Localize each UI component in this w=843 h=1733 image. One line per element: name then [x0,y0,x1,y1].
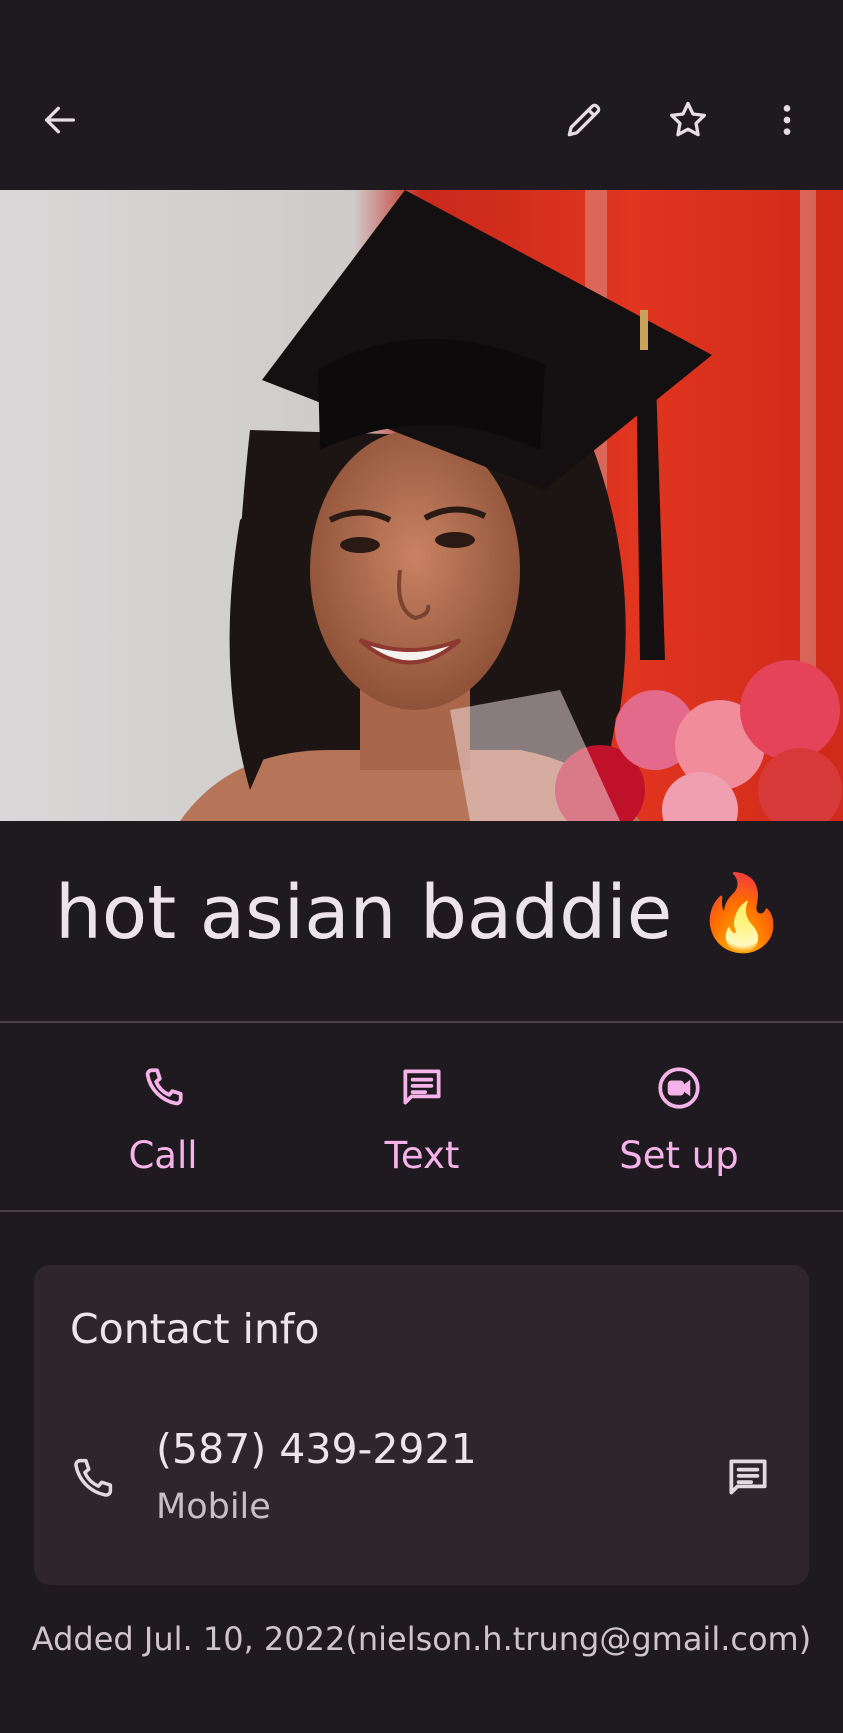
send-message-button[interactable] [713,1445,783,1515]
phone-row[interactable]: (587) 439-2921 Mobile [34,1415,809,1545]
added-info: Added Jul. 10, 2022(nielson.h.trung@gmai… [31,1620,812,1658]
more-options-button[interactable] [755,88,819,152]
phone-number: (587) 439-2921 [156,1425,477,1473]
phone-icon [135,1060,191,1116]
edit-button[interactable] [552,88,616,152]
more-vertical-icon [767,100,807,140]
back-button[interactable] [28,88,92,152]
divider-bottom [0,1210,843,1212]
text-button[interactable]: Text [302,1022,542,1210]
setup-video-button[interactable]: Set up [559,1022,799,1210]
contact-photo[interactable] [0,190,843,821]
arrow-left-icon [40,100,80,140]
top-app-bar [0,0,843,190]
text-label: Text [384,1134,460,1177]
contact-name: hot asian baddie 🔥 [55,870,788,956]
call-button[interactable]: Call [43,1022,283,1210]
call-label: Call [128,1134,198,1177]
star-outline-icon [666,98,710,142]
favorite-button[interactable] [656,88,720,152]
pencil-icon [562,98,606,142]
message-icon [723,1453,773,1508]
setup-label: Set up [619,1134,739,1177]
contact-info-card: Contact info (587) 439-2921 Mobile [34,1265,809,1585]
contact-info-title: Contact info [70,1305,320,1353]
phone-type: Mobile [156,1487,271,1527]
quick-actions: Call Text Set up [0,1022,843,1210]
video-call-icon [651,1060,707,1116]
message-icon [394,1060,450,1116]
phone-icon [66,1453,120,1507]
